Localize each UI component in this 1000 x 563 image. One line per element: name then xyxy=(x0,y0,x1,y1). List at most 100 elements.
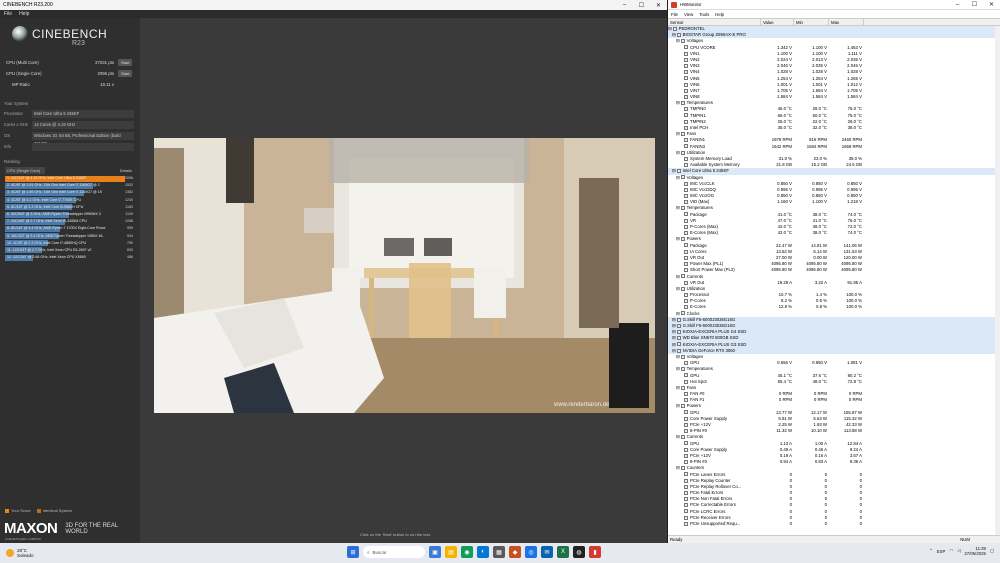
expand-icon[interactable]: ⊟ xyxy=(676,354,680,359)
app-icon[interactable]: ◆ xyxy=(509,546,521,558)
column-max[interactable]: Max xyxy=(829,19,864,25)
expand-icon[interactable]: ⊟ xyxy=(676,434,680,439)
expand-icon[interactable]: ⊟ xyxy=(676,311,680,316)
wifi-icon[interactable]: ◠ xyxy=(949,548,953,554)
hwmonitor-titlebar[interactable]: HWMonitor – ☐ ✕ xyxy=(668,0,1000,10)
sensor-name: G.Skill F5-6000J3036G16G xyxy=(682,316,736,322)
weather-widget[interactable]: 28°C Soleado xyxy=(0,548,34,558)
ranking-label: 10. 4C/8T @ 2.3 GHz, Intel Core i7-4850H… xyxy=(7,240,87,245)
ranking-row[interactable]: 3. 4C/8T @ 1.69 GHz, 11th Gen Intel Core… xyxy=(5,189,133,196)
ranking-dropdown[interactable]: CPU (Single Core) xyxy=(5,167,45,174)
sensor-name: Fans xyxy=(686,384,697,390)
start-icon[interactable]: ⊞ xyxy=(347,546,359,558)
expand-icon[interactable]: ⊟ xyxy=(672,168,676,173)
expand-icon[interactable]: ⊟ xyxy=(676,150,680,155)
multi-core-start-button[interactable]: Start xyxy=(118,59,133,66)
expand-icon[interactable]: ⊟ xyxy=(676,385,680,390)
menu-help[interactable]: Help xyxy=(19,11,29,17)
sensor-row[interactable]: PCIe Unsupported Requ... 0 0 0 xyxy=(668,521,1000,527)
menu-file[interactable]: File xyxy=(671,12,678,17)
maximize-button[interactable]: ☐ xyxy=(633,2,650,9)
chevron-up-icon[interactable]: ⌃ xyxy=(929,548,933,554)
vertical-scrollbar[interactable] xyxy=(995,26,1000,535)
browser-icon[interactable]: ◎ xyxy=(525,546,537,558)
ranking-row[interactable]: 12. 12C/24T @ 2.66 GHz, Intel Xeon CPU X… xyxy=(5,254,133,261)
expand-icon[interactable]: ⊟ xyxy=(676,205,680,210)
sensor-group-icon xyxy=(680,274,685,279)
expand-icon[interactable]: ⊟ xyxy=(676,465,680,470)
expand-icon[interactable]: ⊟ xyxy=(668,26,672,31)
device-icon xyxy=(676,323,681,328)
expand-icon[interactable]: ⊟ xyxy=(672,317,676,322)
sensor-name: Power Max (PL1) xyxy=(690,261,724,267)
minimize-button[interactable]: – xyxy=(949,2,966,8)
sensor-name: PCIe Unsupported Requ... xyxy=(690,521,741,526)
expand-icon[interactable]: ⊟ xyxy=(672,342,676,347)
cinebench-titlebar[interactable]: CINEBENCH R23.200 – ☐ ✕ xyxy=(0,0,667,10)
expand-icon[interactable]: ⊟ xyxy=(676,175,680,180)
maximize-button[interactable]: ☐ xyxy=(966,1,983,8)
sensor-icon xyxy=(684,218,688,223)
sensor-icon xyxy=(684,57,688,62)
minimize-button[interactable]: – xyxy=(616,2,633,8)
sensor-icon xyxy=(684,125,688,130)
sensor-name: PCIe Non Fatal Errors xyxy=(690,496,733,502)
ranking-row[interactable]: 1. 14C/14T @ 4.19 GHz, Intel Core Ultra … xyxy=(5,175,133,182)
expand-icon[interactable]: ⊟ xyxy=(676,286,680,291)
expand-icon[interactable]: ⊟ xyxy=(672,32,676,37)
close-button[interactable]: ✕ xyxy=(650,2,667,9)
file-explorer-icon[interactable]: ▤ xyxy=(445,546,457,558)
notification-icon[interactable]: ▢ xyxy=(990,548,994,554)
ranking-row[interactable]: 7. 24C/48T @ 2.7 GHz, Intel Xeon W-3265M… xyxy=(5,218,133,225)
sensor-icon xyxy=(684,478,688,483)
expand-icon[interactable]: ⊟ xyxy=(672,348,676,353)
ranking-row[interactable]: 11. 12C/24T @ 2.7 GHz, Intel Xeon CPU E5… xyxy=(5,247,133,254)
expand-icon[interactable]: ⊟ xyxy=(676,274,680,279)
ranking-row[interactable]: 8. 8C/16T @ 3.4 GHz, AMD Ryzen 7 1700X E… xyxy=(5,225,133,232)
volume-icon[interactable]: ◁ xyxy=(957,548,960,554)
single-core-start-button[interactable]: Start xyxy=(118,70,133,77)
sensor-icon xyxy=(684,119,688,124)
clock[interactable]: 11:39 27/06/2025 xyxy=(964,546,986,556)
expand-icon[interactable]: ⊟ xyxy=(676,131,680,136)
menu-file[interactable]: File xyxy=(4,11,12,17)
ranking-row[interactable]: 9. 16C/32T @ 3.4 GHz, AMD Ryzen Threadri… xyxy=(5,233,133,240)
menu-view[interactable]: View xyxy=(684,12,693,17)
details-button[interactable]: Details xyxy=(120,168,132,173)
language-indicator[interactable]: ESP xyxy=(937,549,946,554)
chrome-icon[interactable]: ◉ xyxy=(461,546,473,558)
ranking-score: 486 xyxy=(127,255,133,260)
outlook-icon[interactable]: ✉ xyxy=(541,546,553,558)
expand-icon[interactable]: ⊟ xyxy=(672,323,676,328)
ranking-row[interactable]: 2. 4C/8T @ 2.81 GHz, 11th Gen Intel Core… xyxy=(5,182,133,189)
cinebench-taskbar-icon[interactable]: ◍ xyxy=(573,546,585,558)
expand-icon[interactable]: ⊟ xyxy=(672,335,676,340)
ranking-row[interactable]: 10. 4C/8T @ 2.3 GHz, Intel Core i7-4850H… xyxy=(5,240,133,247)
ranking-row[interactable]: 4. 4C/8T @ 4.2 GHz, Intel Core i7-7700K … xyxy=(5,197,133,204)
sensor-name: VIN5 xyxy=(690,75,700,81)
ranking-row[interactable]: 5. 8C/16T @ 2.3 GHz, Intel Core i9-9880H… xyxy=(5,204,133,211)
task-view-icon[interactable]: ▣ xyxy=(429,546,441,558)
expand-icon[interactable]: ⊟ xyxy=(676,403,680,408)
column-sensor[interactable]: Sensor xyxy=(668,19,761,25)
sensor-icon xyxy=(684,453,688,458)
menu-tools[interactable]: Tools xyxy=(699,12,709,17)
expand-icon[interactable]: ⊟ xyxy=(672,329,676,334)
expand-icon[interactable]: ⊟ xyxy=(676,100,680,105)
sensor-name: Intel Core Ultra 5 245KF xyxy=(682,168,729,174)
menu-help[interactable]: Help xyxy=(715,12,724,17)
excel-icon[interactable]: X xyxy=(557,546,569,558)
close-button[interactable]: ✕ xyxy=(983,1,1000,8)
column-value[interactable]: Value xyxy=(761,19,794,25)
edge-icon[interactable]: ◐ xyxy=(477,546,489,558)
store-icon[interactable]: ▦ xyxy=(493,546,505,558)
sensor-max: 9.36 A xyxy=(849,459,862,465)
sensor-icon xyxy=(684,268,688,273)
column-min[interactable]: Min xyxy=(794,19,829,25)
expand-icon[interactable]: ⊟ xyxy=(676,236,680,241)
expand-icon[interactable]: ⊟ xyxy=(676,366,680,371)
ranking-row[interactable]: 6. 32C/64T @ 3 GHz, AMD Ryzen Threadripp… xyxy=(5,211,133,218)
taskbar-search[interactable]: ⌕ Buscar xyxy=(363,546,425,558)
expand-icon[interactable]: ⊟ xyxy=(676,38,680,43)
hwmonitor-taskbar-icon[interactable]: ▮ xyxy=(589,546,601,558)
